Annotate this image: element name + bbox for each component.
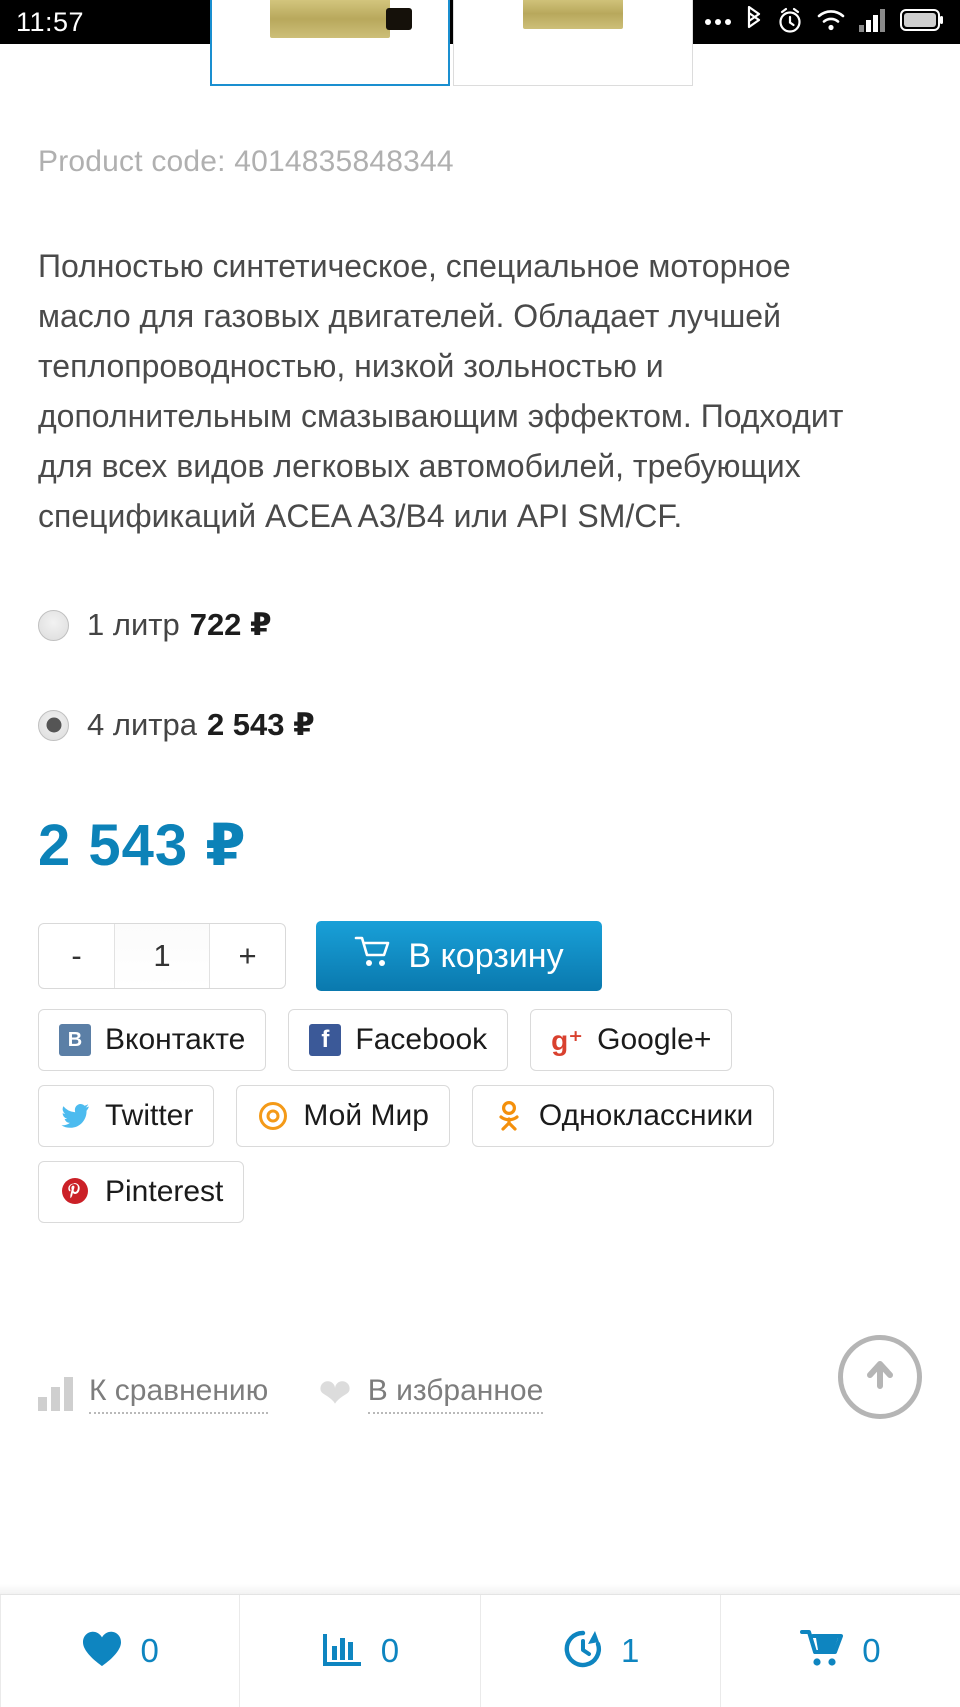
volume-options: 1 литр 722 ₽ 4 литра 2 543 ₽ (38, 597, 922, 753)
social-row-2: Twitter Мой Мир Одноклассники (38, 1085, 922, 1147)
bluetooth-icon (744, 5, 764, 39)
add-to-compare-action[interactable]: К сравнению (38, 1374, 269, 1414)
option-label-1-litre: 1 литр (87, 607, 180, 642)
quantity-decrease-button[interactable]: - (39, 924, 114, 988)
bottom-bar-history[interactable]: 1 (481, 1595, 721, 1707)
share-twitter-label: Twitter (105, 1099, 194, 1132)
product-description: Полностью синтетическое, специальное мот… (38, 248, 844, 534)
vkontakte-icon: B (59, 1024, 91, 1056)
bar-chart-icon (38, 1377, 73, 1411)
product-page: Product code: 4014835848344 Полностью си… (0, 0, 960, 1707)
bottom-bar-divider (0, 1595, 1, 1707)
favorites-count: 0 (140, 1632, 159, 1669)
current-price: 2 543 ₽ (38, 813, 247, 878)
history-count: 1 (620, 1632, 640, 1669)
gallery-thumbnails (0, 0, 960, 90)
product-image-1 (270, 0, 412, 38)
bottom-bar-favorites[interactable]: 0 (0, 1595, 241, 1707)
option-row-1-litre[interactable]: 1 литр 722 ₽ (38, 597, 922, 653)
bottom-bar-shadow (0, 1584, 960, 1594)
add-to-favorites-label: В избранное (367, 1374, 544, 1414)
add-to-compare-label: К сравнению (89, 1374, 269, 1414)
thumbnail-1[interactable] (210, 0, 450, 86)
radio-1-litre[interactable] (38, 609, 69, 641)
share-twitter-button[interactable]: Twitter (38, 1085, 215, 1147)
add-to-cart-label: В корзину (408, 936, 564, 975)
option-label-4-litres: 4 литра (87, 707, 197, 742)
share-facebook-label: Facebook (355, 1023, 488, 1056)
option-row-4-litres[interactable]: 4 литра 2 543 ₽ (38, 697, 922, 753)
compare-count: 0 (380, 1632, 400, 1669)
product-code: Product code: 4014835848344 (38, 145, 454, 178)
share-facebook-button[interactable]: f Facebook (288, 1009, 509, 1071)
shopping-cart-icon (354, 935, 392, 978)
share-moy-mir-button[interactable]: Мой Мир (236, 1085, 450, 1147)
bottom-bar-compare[interactable]: 0 (240, 1595, 481, 1707)
status-icon-group (705, 5, 944, 39)
status-time: 11:57 (16, 6, 85, 37)
google-plus-icon: g⁺ (551, 1024, 584, 1056)
wifi-icon (816, 7, 846, 38)
scroll-to-top-button[interactable] (838, 1335, 922, 1419)
share-moy-mir-label: Мой Мир (303, 1099, 429, 1132)
quantity-stepper[interactable]: - 1 + (38, 923, 286, 989)
facebook-icon: f (309, 1024, 342, 1056)
option-price-1-litre: 722 ₽ (189, 607, 272, 642)
secondary-actions: К сравнению ❤ В избранное (38, 1372, 544, 1416)
bottom-navigation-bar: 0 0 1 0 (0, 1594, 960, 1707)
moy-mir-icon (257, 1100, 289, 1132)
share-vkontakte-label: Вконтакте (105, 1023, 246, 1056)
social-share-group: B Вконтакте f Facebook g⁺ Google+ Twitte… (38, 1009, 922, 1223)
radio-4-litres[interactable] (38, 709, 69, 741)
bottom-bar-cart[interactable]: 0 (721, 1595, 960, 1707)
bar-chart-icon (321, 1628, 365, 1675)
history-clock-icon (561, 1628, 605, 1675)
thumbnail-2[interactable] (453, 0, 693, 86)
share-pinterest-label: Pinterest (105, 1175, 224, 1208)
twitter-icon (59, 1100, 91, 1132)
heart-icon (80, 1629, 124, 1674)
alarm-icon (777, 6, 803, 39)
share-pinterest-button[interactable]: Pinterest (38, 1161, 245, 1223)
share-odnoklassniki-label: Одноклассники (538, 1099, 754, 1132)
social-row-1: B Вконтакте f Facebook g⁺ Google+ (38, 1009, 922, 1071)
battery-icon (900, 8, 944, 37)
share-google-plus-button[interactable]: g⁺ Google+ (530, 1009, 733, 1071)
quantity-input[interactable]: 1 (114, 924, 210, 988)
quantity-increase-button[interactable]: + (210, 924, 285, 988)
odnoklassniki-icon (493, 1100, 525, 1132)
add-to-cart-button[interactable]: В корзину (316, 921, 602, 991)
social-row-3: Pinterest (38, 1161, 922, 1223)
share-odnoklassniki-button[interactable]: Одноклассники (471, 1085, 775, 1147)
cart-count: 0 (862, 1632, 881, 1669)
more-dots-icon (705, 19, 731, 25)
pinterest-icon (59, 1176, 91, 1208)
shopping-cart-icon (800, 1628, 846, 1675)
arrow-up-icon (858, 1353, 902, 1402)
purchase-row: - 1 + В корзину (38, 921, 922, 991)
share-google-plus-label: Google+ (597, 1023, 712, 1056)
option-price-4-litres: 2 543 ₽ (206, 707, 315, 742)
add-to-favorites-action[interactable]: ❤ В избранное (318, 1372, 544, 1416)
product-image-2 (523, 0, 623, 29)
share-vkontakte-button[interactable]: B Вконтакте (38, 1009, 267, 1071)
signal-icon (859, 8, 887, 37)
heart-icon: ❤ (318, 1372, 352, 1416)
product-content: Product code: 4014835848344 Полностью си… (0, 145, 960, 1223)
